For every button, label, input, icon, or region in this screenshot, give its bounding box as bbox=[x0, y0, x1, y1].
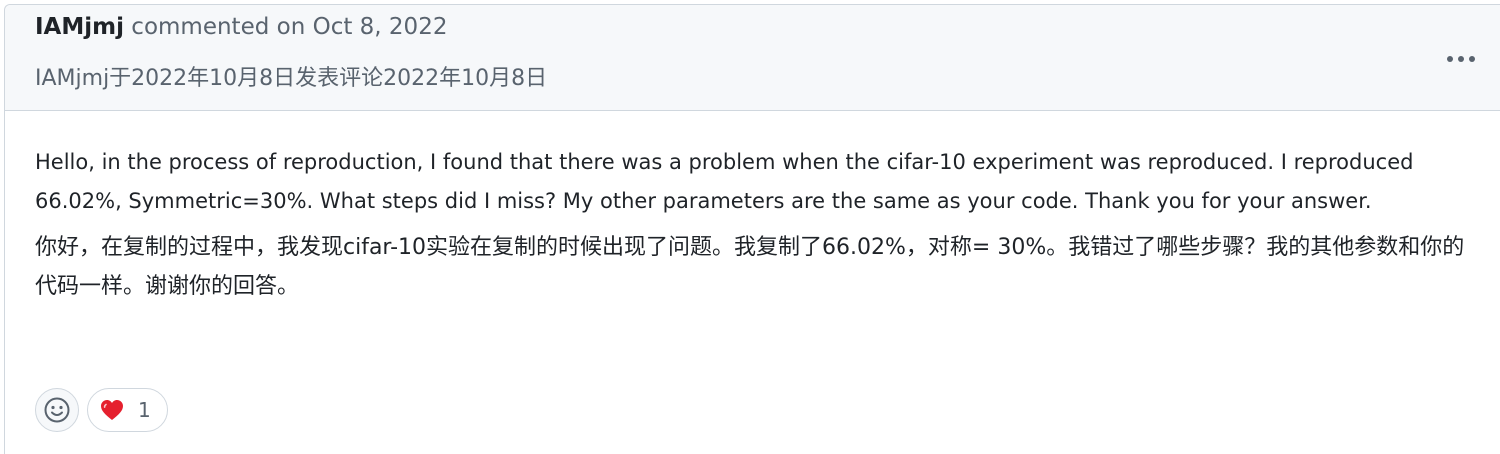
smiley-icon bbox=[44, 397, 70, 423]
add-reaction-button[interactable] bbox=[35, 388, 79, 432]
reaction-count: 1 bbox=[138, 398, 151, 422]
comment-card: IAMjmj commented on Oct 8, 2022 IAMjmj于2… bbox=[4, 4, 1500, 454]
comment-body: Hello, in the process of reproduction, I… bbox=[35, 143, 1475, 306]
reactions-bar: 1 bbox=[35, 388, 168, 432]
comment-body-english: Hello, in the process of reproduction, I… bbox=[35, 150, 1414, 213]
heart-reaction-button[interactable]: 1 bbox=[87, 388, 168, 432]
comment-body-chinese: 你好，在复制的过程中，我发现cifar-10实验在复制的时候出现了问题。我复制了… bbox=[35, 235, 1465, 299]
comment-header: IAMjmj commented on Oct 8, 2022 IAMjmj于2… bbox=[5, 5, 1500, 111]
translated-header-text: IAMjmj于2022年10月8日发表评论2022年10月8日 bbox=[35, 66, 548, 91]
comment-timestamp[interactable]: commented on Oct 8, 2022 bbox=[131, 14, 447, 40]
comment-options-button[interactable] bbox=[1443, 47, 1479, 71]
author-link[interactable]: IAMjmj bbox=[35, 14, 124, 40]
kebab-horizontal-icon bbox=[1447, 56, 1475, 62]
comment-header-line: IAMjmj commented on Oct 8, 2022 bbox=[35, 13, 447, 41]
heart-icon bbox=[101, 400, 123, 420]
